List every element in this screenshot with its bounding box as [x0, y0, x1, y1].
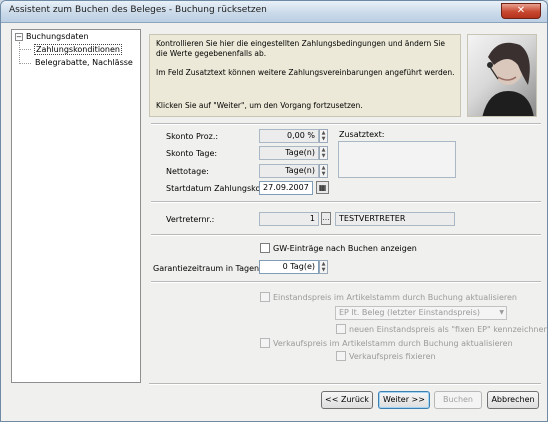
- vertreternr-label: Vertreternr.:: [166, 215, 215, 224]
- info-text-line: Klicken Sie auf "Weiter", um den Vorgang…: [156, 101, 363, 110]
- tree-connector: [19, 63, 31, 64]
- nettotage-label: Nettotage:: [166, 167, 209, 176]
- window-title: Assistent zum Buchen des Beleges - Buchu…: [9, 5, 267, 15]
- zusatztext-field[interactable]: [338, 141, 456, 178]
- info-text-line: Kontrollieren Sie hier die eingestellten…: [156, 39, 446, 48]
- lookup-button[interactable]: …: [321, 212, 331, 225]
- collapse-icon[interactable]: −: [15, 33, 23, 41]
- garantie-label: Garantiezeitraum in Tagen:: [153, 264, 262, 273]
- skonto-tage-label: Skonto Tage:: [166, 149, 218, 158]
- einstandspreis-label: Einstandspreis im Artikelstamm durch Buc…: [273, 293, 517, 302]
- tree-connector: [19, 49, 31, 50]
- fixer-ep-label: neuen Einstandspreis als "fixen EP" kenn…: [349, 325, 548, 334]
- title-bar: Assistent zum Buchen des Beleges - Buchu…: [1, 1, 547, 23]
- separator: [151, 201, 541, 203]
- tree-item-belegrabatte[interactable]: Belegrabatte, Nachlässe: [35, 58, 133, 67]
- skonto-tage-spinner[interactable]: ▲ ▼: [319, 146, 328, 160]
- skonto-proz-label: Skonto Proz.:: [166, 132, 219, 141]
- skonto-proz-spinner[interactable]: ▲ ▼: [319, 129, 328, 143]
- verkaufspreis-checkbox[interactable]: [260, 338, 270, 348]
- gw-eintraege-label: GW-Einträge nach Buchen anzeigen: [273, 244, 417, 253]
- chevron-down-icon: ▼: [499, 309, 504, 316]
- startdatum-field[interactable]: 27.09.2007: [259, 181, 313, 195]
- vertreter-name-field: TESTVERTRETER: [335, 212, 455, 226]
- separator: [151, 123, 541, 125]
- back-button[interactable]: << Zurück: [321, 391, 373, 409]
- einstandspreis-checkbox[interactable]: [260, 292, 270, 302]
- book-button[interactable]: Buchen: [434, 391, 482, 409]
- info-text-line: die Werte gegebenenfalls ab.: [156, 49, 267, 58]
- cancel-button[interactable]: Abbrechen: [487, 391, 539, 409]
- vp-fixieren-label: Verkaufspreis fixieren: [349, 352, 436, 361]
- tree-root[interactable]: Buchungsdaten: [26, 32, 89, 41]
- nettotage-field[interactable]: Tage(n): [259, 164, 319, 178]
- separator: [149, 383, 541, 385]
- verkaufspreis-label: Verkaufspreis im Artikelstamm durch Buch…: [273, 339, 513, 348]
- zusatztext-label: Zusatztext:: [339, 130, 385, 139]
- close-icon[interactable]: ✕: [501, 3, 541, 19]
- separator: [151, 234, 541, 236]
- gw-eintraege-checkbox[interactable]: [260, 243, 270, 253]
- vertreternr-field[interactable]: 1: [259, 212, 319, 226]
- fixer-ep-checkbox[interactable]: [336, 324, 346, 334]
- vp-fixieren-checkbox[interactable]: [336, 351, 346, 361]
- tree-item-zahlungskonditionen[interactable]: Zahlungskonditionen: [34, 44, 122, 55]
- separator: [151, 281, 541, 283]
- ep-select-value: EP lt. Beleg (letzter Einstandspreis): [339, 308, 481, 317]
- skonto-proz-field[interactable]: 0,00 %: [259, 129, 319, 143]
- garantie-field[interactable]: 0 Tag(e): [259, 260, 319, 274]
- skonto-tage-field[interactable]: Tage(n): [259, 146, 319, 160]
- nettotage-spinner[interactable]: ▲ ▼: [319, 164, 328, 178]
- next-button[interactable]: Weiter >>: [378, 391, 430, 409]
- ep-select[interactable]: EP lt. Beleg (letzter Einstandspreis) ▼: [335, 306, 507, 320]
- nav-tree: − Buchungsdaten Zahlungskonditionen Bele…: [11, 29, 141, 383]
- garantie-spinner[interactable]: ▲ ▼: [319, 260, 328, 274]
- assistant-photo: [467, 34, 537, 117]
- wizard-window: Assistent zum Buchen des Beleges - Buchu…: [0, 0, 548, 422]
- info-panel: Kontrollieren Sie hier die eingestellten…: [149, 34, 461, 117]
- tree-connector: [19, 42, 20, 64]
- info-text-line: Im Feld Zusatztext können weitere Zahlun…: [156, 68, 455, 77]
- calendar-icon[interactable]: ▦: [316, 181, 329, 194]
